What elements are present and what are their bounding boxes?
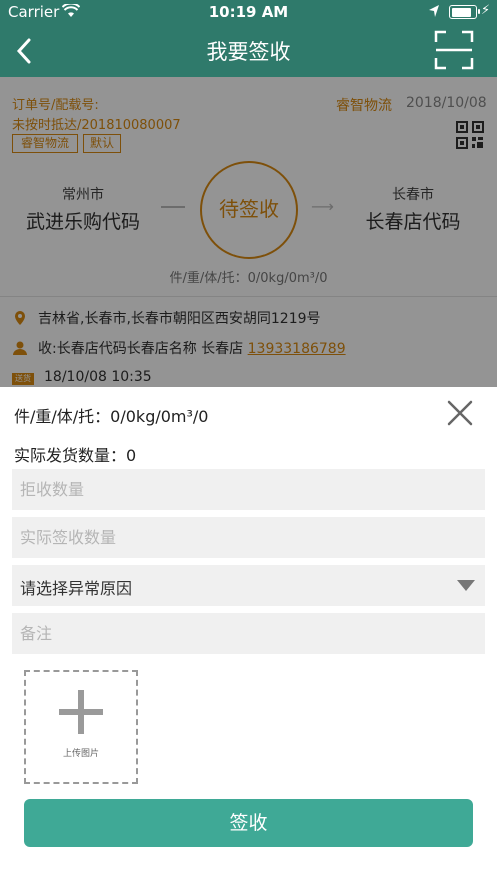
remark-field: [12, 613, 485, 654]
actual-sign-count-input[interactable]: [12, 517, 485, 558]
sheet-weight-summary: 件/重/体/托：0/0kg/0m³/0: [14, 407, 209, 426]
scan-icon[interactable]: [434, 30, 474, 70]
modal-backdrop[interactable]: [0, 77, 497, 387]
charging-icon: ⚡: [481, 3, 491, 18]
nav-bar: 我要签收: [0, 24, 497, 77]
actual-shipped-count: 实际发货数量：0: [14, 446, 137, 465]
status-bar: Carrier 10:19 AM ⚡: [0, 0, 497, 24]
exception-reason-select[interactable]: 请选择异常原因: [12, 565, 485, 606]
sign-button[interactable]: 签收: [24, 799, 473, 847]
location-arrow-icon: [429, 5, 439, 17]
dropdown-caret-icon: [457, 580, 475, 591]
battery-icon: [449, 5, 480, 19]
close-icon[interactable]: [446, 399, 474, 427]
page-title: 我要签收: [206, 40, 291, 64]
upload-image-button[interactable]: 上传图片: [24, 670, 138, 784]
reject-count-field: [12, 469, 485, 510]
clock: 10:19 AM: [208, 3, 289, 21]
reject-count-input[interactable]: [12, 469, 485, 510]
sign-sheet: 件/重/体/托：0/0kg/0m³/0 实际发货数量：0 请选择异常原因 上传图…: [0, 387, 497, 883]
upload-image-label: 上传图片: [62, 749, 99, 759]
remark-input[interactable]: [12, 613, 485, 654]
exception-reason-value: 请选择异常原因: [20, 579, 133, 598]
actual-sign-count-field: [12, 517, 485, 558]
